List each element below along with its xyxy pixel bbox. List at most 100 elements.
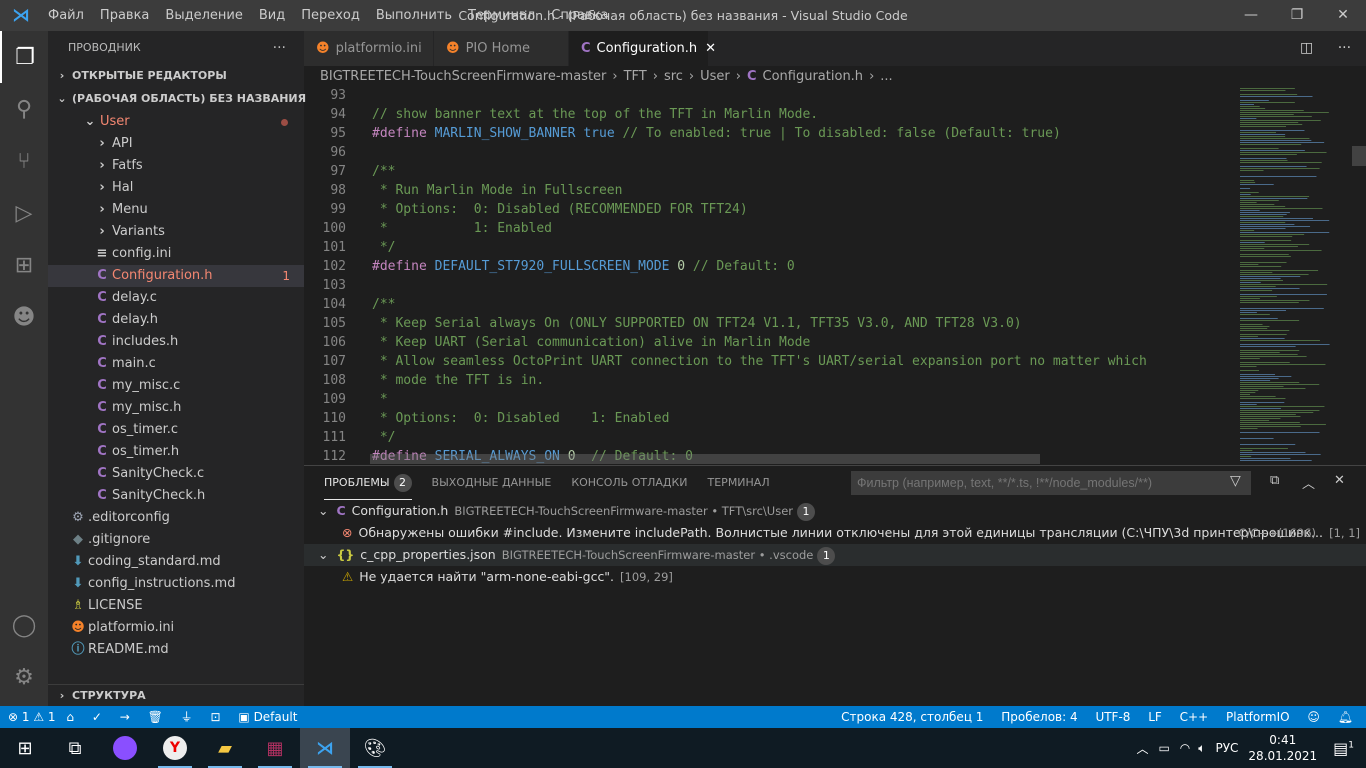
problem-file-group[interactable]: ⌄ {} c_cpp_properties.json BIGTREETECH-Touc…	[304, 544, 1366, 566]
explorer-icon[interactable]: ❐	[0, 31, 48, 83]
settings-gear-icon[interactable]: ⚙	[0, 651, 48, 703]
tree-item[interactable]: C SanityCheck.h	[48, 485, 304, 507]
panel-tab[interactable]: КОНСОЛЬ ОТЛАДКИ	[571, 466, 687, 500]
split-editor-icon[interactable]: ◫	[1300, 40, 1313, 56]
menu-item[interactable]: Переход	[301, 8, 360, 23]
menu-item[interactable]: Выполнить	[376, 8, 452, 23]
tree-item[interactable]: › Fatfs	[48, 155, 304, 177]
tree-item[interactable]: ⚙ .editorconfig	[48, 507, 304, 529]
pio-build-icon[interactable]: ✓	[92, 710, 102, 724]
tree-item[interactable]: ≡ config.ini	[48, 243, 304, 265]
problem-item[interactable]: ⚠ Не удается найти "arm-none-eabi-gcc". [1…	[304, 566, 1366, 588]
line-ending[interactable]: LF	[1148, 710, 1162, 724]
tree-item[interactable]: Cdelay.c	[48, 287, 304, 309]
input-language[interactable]: РУС	[1215, 741, 1238, 755]
file-explorer-icon[interactable]: ▰	[200, 728, 250, 768]
menu-item[interactable]: Выделение	[165, 8, 242, 23]
menu-item[interactable]: Правка	[100, 8, 149, 23]
minimize-button[interactable]: —	[1228, 0, 1274, 31]
problem-item[interactable]: ⊗ Обнаружены ошибки #include. Измените in…	[304, 522, 1366, 544]
maximize-panel-icon[interactable]: ︿	[1302, 473, 1315, 492]
menu-item[interactable]: Вид	[259, 8, 285, 23]
task-view-icon[interactable]: ⧉	[50, 728, 100, 768]
wifi-icon[interactable]: ◠	[1180, 741, 1190, 755]
vertical-scrollbar[interactable]	[1352, 86, 1366, 464]
tree-item[interactable]: Cmain.c	[48, 353, 304, 375]
search-icon[interactable]: ⚲	[0, 83, 48, 135]
outline-section[interactable]: › СТРУКТУРА	[48, 684, 304, 706]
workspace-section[interactable]: ⌄ (РАБОЧАЯ ОБЛАСТЬ) БЕЗ НАЗВАНИЯ	[48, 87, 306, 111]
paint-icon[interactable]: 🎨︎	[350, 728, 400, 768]
close-panel-icon[interactable]: ✕	[1334, 473, 1345, 488]
panel-tab[interactable]: ПРОБЛЕМЫ 2	[324, 466, 412, 500]
pio-clean-icon[interactable]: 🗑	[148, 710, 163, 724]
battery-icon[interactable]: ▭	[1158, 741, 1169, 755]
tree-item[interactable]: › Variants	[48, 221, 304, 243]
breadcrumb-item[interactable]: Configuration.h	[763, 69, 864, 84]
tree-item[interactable]: ☻ platformio.ini	[48, 617, 304, 639]
indentation[interactable]: Пробелов: 4	[1001, 710, 1077, 724]
more-actions-icon[interactable]: ···	[1338, 40, 1351, 56]
account-icon[interactable]: ◯	[0, 599, 48, 651]
tree-item[interactable]: Cmy_misc.c	[48, 375, 304, 397]
breadcrumb-item[interactable]: User	[700, 69, 730, 84]
winrar-icon[interactable]: ▦	[250, 728, 300, 768]
extensions-icon[interactable]: ⊞	[0, 239, 48, 291]
vscode-taskbar-icon[interactable]: ⋊	[300, 728, 350, 768]
show-hidden-icons[interactable]: ︿	[1136, 740, 1148, 757]
tree-item[interactable]: ⌄ User	[48, 111, 304, 133]
problems-filter-input[interactable]	[851, 471, 1251, 495]
horizontal-scrollbar[interactable]	[370, 454, 1040, 464]
volume-icon[interactable]: 🔈︎	[1198, 741, 1205, 756]
tree-item[interactable]: Cincludes.h	[48, 331, 304, 353]
tree-item[interactable]: ⬇ config_instructions.md	[48, 573, 304, 595]
pio-home-icon[interactable]: ⌂	[66, 710, 74, 724]
feedback-icon[interactable]: ☺	[1307, 710, 1320, 724]
tree-item[interactable]: › API	[48, 133, 304, 155]
language-mode[interactable]: C++	[1180, 710, 1209, 724]
action-center-icon[interactable]: ▤1	[1333, 739, 1354, 758]
open-editors-section[interactable]: › ОТКРЫТЫЕ РЕДАКТОРЫ	[48, 65, 304, 87]
panel-tab[interactable]: ВЫХОДНЫЕ ДАННЫЕ	[432, 466, 552, 500]
tree-item[interactable]: › Hal	[48, 177, 304, 199]
pio-env-button[interactable]: ▣ Default	[238, 710, 297, 724]
filter-icon[interactable]: ▽	[1230, 473, 1241, 489]
tree-item[interactable]: ◆ .gitignore	[48, 529, 304, 551]
collapse-all-icon[interactable]: ⧉	[1270, 473, 1279, 488]
notifications-bell-icon[interactable]: 🔔︎	[1338, 710, 1353, 724]
alice-assistant-icon[interactable]	[100, 728, 150, 768]
breadcrumb-item[interactable]: BIGTREETECH-TouchScreenFirmware-master	[320, 69, 606, 84]
clock[interactable]: 0:41 28.01.2021	[1248, 732, 1317, 764]
tree-item[interactable]: ⓘ README.md	[48, 639, 304, 661]
run-debug-icon[interactable]: ▷	[0, 187, 48, 239]
tree-item[interactable]: Cos_timer.c	[48, 419, 304, 441]
editor-tab[interactable]: C Configuration.h ✕	[569, 31, 716, 66]
tree-item[interactable]: › Menu	[48, 199, 304, 221]
yandex-browser-icon[interactable]: Y	[150, 728, 200, 768]
tree-item[interactable]: C SanityCheck.c	[48, 463, 304, 485]
cursor-position[interactable]: Строка 428, столбец 1	[841, 710, 983, 724]
tree-item[interactable]: C Configuration.h 1	[48, 265, 304, 287]
platformio-status[interactable]: PlatformIO	[1226, 710, 1290, 724]
editor-tab[interactable]: ☻ PIO Home	[434, 31, 569, 66]
tree-item[interactable]: Cdelay.h	[48, 309, 304, 331]
breadcrumb-item[interactable]: TFT	[624, 69, 647, 84]
more-actions-button[interactable]: ···	[273, 31, 286, 65]
breadcrumb-item[interactable]: src	[664, 69, 683, 84]
pio-terminal-icon[interactable]: ⊡	[211, 710, 221, 724]
windows-start-icon[interactable]: ⊞	[0, 728, 50, 768]
menu-item[interactable]: Справка	[551, 8, 608, 23]
close-tab-icon[interactable]: ✕	[705, 41, 716, 56]
close-window-button[interactable]: ✕	[1320, 0, 1366, 31]
tree-item[interactable]: ♗ LICENSE	[48, 595, 304, 617]
code-editor[interactable]: 93 94 // show banner text at the top of th…	[304, 86, 1234, 464]
editor-tab[interactable]: ☻ platformio.ini	[304, 31, 434, 66]
encoding[interactable]: UTF-8	[1095, 710, 1130, 724]
platformio-icon[interactable]: ☻	[0, 291, 48, 343]
pio-serial-monitor-icon[interactable]: ⏚	[181, 710, 193, 724]
panel-tab[interactable]: ТЕРМИНАЛ	[708, 466, 770, 500]
tree-item[interactable]: ⬇ coding_standard.md	[48, 551, 304, 573]
problems-status[interactable]: ⊗ 1 ⚠ 1	[8, 710, 56, 724]
breadcrumb-item[interactable]: ...	[880, 69, 892, 84]
tree-item[interactable]: Cmy_misc.h	[48, 397, 304, 419]
